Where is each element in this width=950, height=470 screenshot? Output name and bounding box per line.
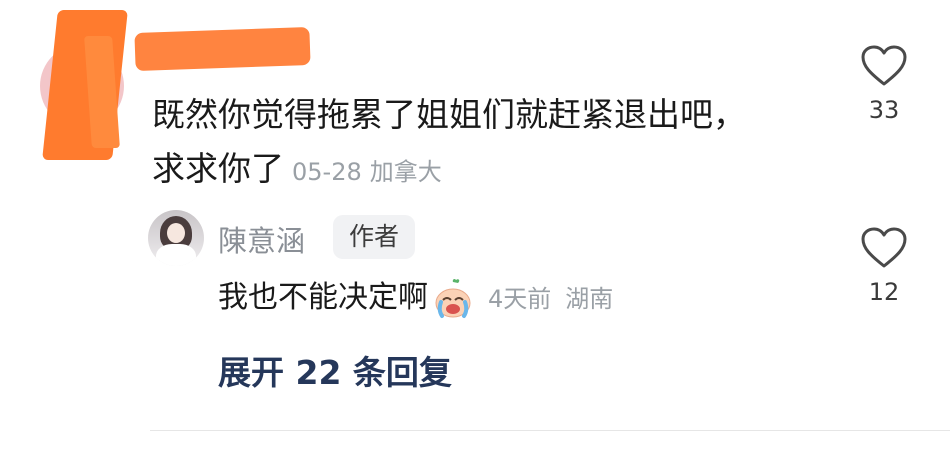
comment-date: 05-28	[292, 158, 362, 186]
redacted-username	[134, 26, 311, 72]
comment-like-count: 33	[868, 96, 900, 124]
reply-time: 4天前	[488, 285, 552, 313]
reply-like-button[interactable]: 12	[852, 226, 916, 306]
reply-avatar[interactable]	[148, 210, 204, 266]
heart-icon[interactable]	[860, 44, 908, 88]
reply-like-count: 12	[868, 278, 900, 306]
comment-body[interactable]: 既然你觉得拖累了姐姐们就赶紧退出吧，求求你了 05-28 加拿大	[152, 88, 762, 199]
comment-text: 既然你觉得拖累了姐姐们就赶紧退出吧，求求你了	[152, 95, 746, 188]
author-badge: 作者	[333, 215, 416, 259]
avatar-face	[167, 223, 185, 243]
divider	[150, 430, 950, 431]
reply-body[interactable]: 我也不能决定啊 4天前 湖南	[218, 276, 613, 321]
expand-replies-link[interactable]: 展开 22 条回复	[218, 346, 452, 394]
avatar-body	[156, 244, 196, 266]
crying-face-emoji-icon	[435, 278, 471, 318]
heart-icon[interactable]	[860, 226, 908, 270]
comment-like-button[interactable]: 33	[852, 44, 916, 124]
reply-text: 我也不能决定啊	[218, 280, 428, 315]
reply-location: 湖南	[565, 285, 614, 313]
reply-username[interactable]: 陳意涵	[218, 218, 305, 260]
comment-location: 加拿大	[369, 158, 442, 186]
